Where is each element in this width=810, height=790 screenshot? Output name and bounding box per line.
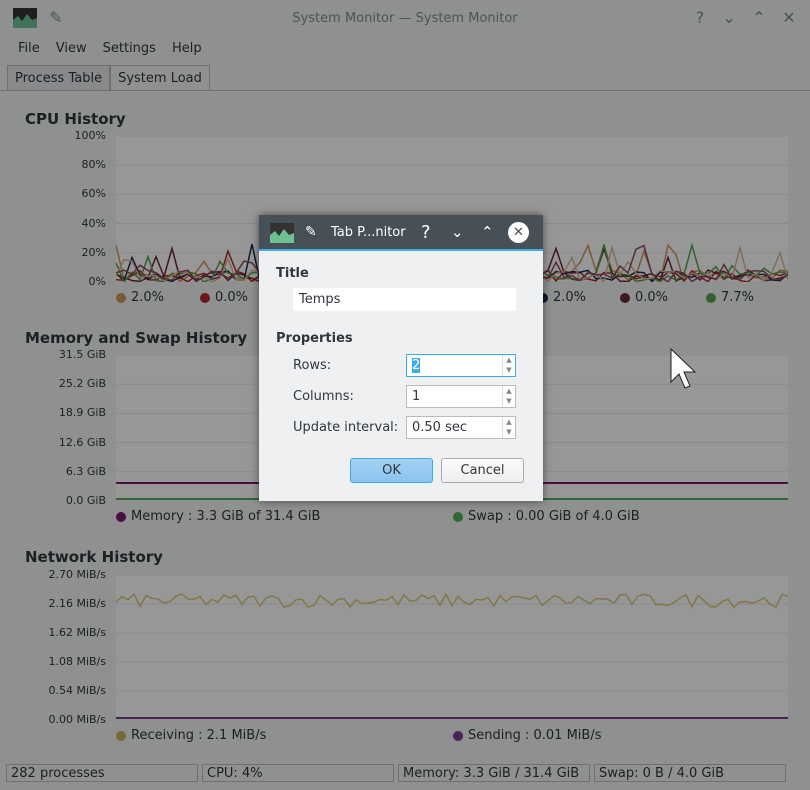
close-icon[interactable]: ✕ — [508, 221, 529, 243]
mouse-cursor-icon — [670, 348, 696, 389]
interval-stepper[interactable]: ▲ ▼ — [502, 417, 515, 438]
rows-spinbox[interactable]: 2 ▲ ▼ — [406, 354, 516, 377]
columns-value: 1 — [412, 389, 421, 404]
cancel-button[interactable]: Cancel — [441, 458, 524, 483]
columns-stepper[interactable]: ▲ ▼ — [502, 386, 515, 407]
columns-spinbox[interactable]: 1 ▲ ▼ — [406, 385, 516, 408]
update-interval-label: Update interval: — [293, 420, 399, 435]
title-input[interactable]: Temps — [293, 288, 516, 311]
update-interval-spinbox[interactable]: 0.50 sec ▲ ▼ — [406, 416, 516, 439]
app-icon — [270, 223, 294, 243]
rows-stepper[interactable]: ▲ ▼ — [502, 355, 515, 376]
update-interval-value: 0.50 sec — [412, 420, 467, 435]
dialog-title: Tab P...nitor — [331, 224, 406, 240]
ok-button[interactable]: OK — [350, 458, 433, 483]
minimize-icon[interactable]: ⌄ — [451, 223, 464, 241]
pin-icon[interactable]: ✎ — [305, 224, 317, 240]
columns-label: Columns: — [293, 389, 354, 404]
dialog-titlebar: ✎ Tab P...nitor ? ⌄ ⌃ ✕ — [259, 215, 543, 251]
properties-section-heading: Properties — [276, 331, 353, 346]
rows-label: Rows: — [293, 358, 332, 373]
title-section-heading: Title — [276, 266, 309, 281]
maximize-icon[interactable]: ⌃ — [481, 223, 494, 241]
rows-value: 2 — [412, 358, 421, 373]
tab-properties-dialog: ✎ Tab P...nitor ? ⌄ ⌃ ✕ Title Temps Prop… — [259, 215, 543, 501]
help-icon[interactable]: ? — [421, 222, 431, 243]
